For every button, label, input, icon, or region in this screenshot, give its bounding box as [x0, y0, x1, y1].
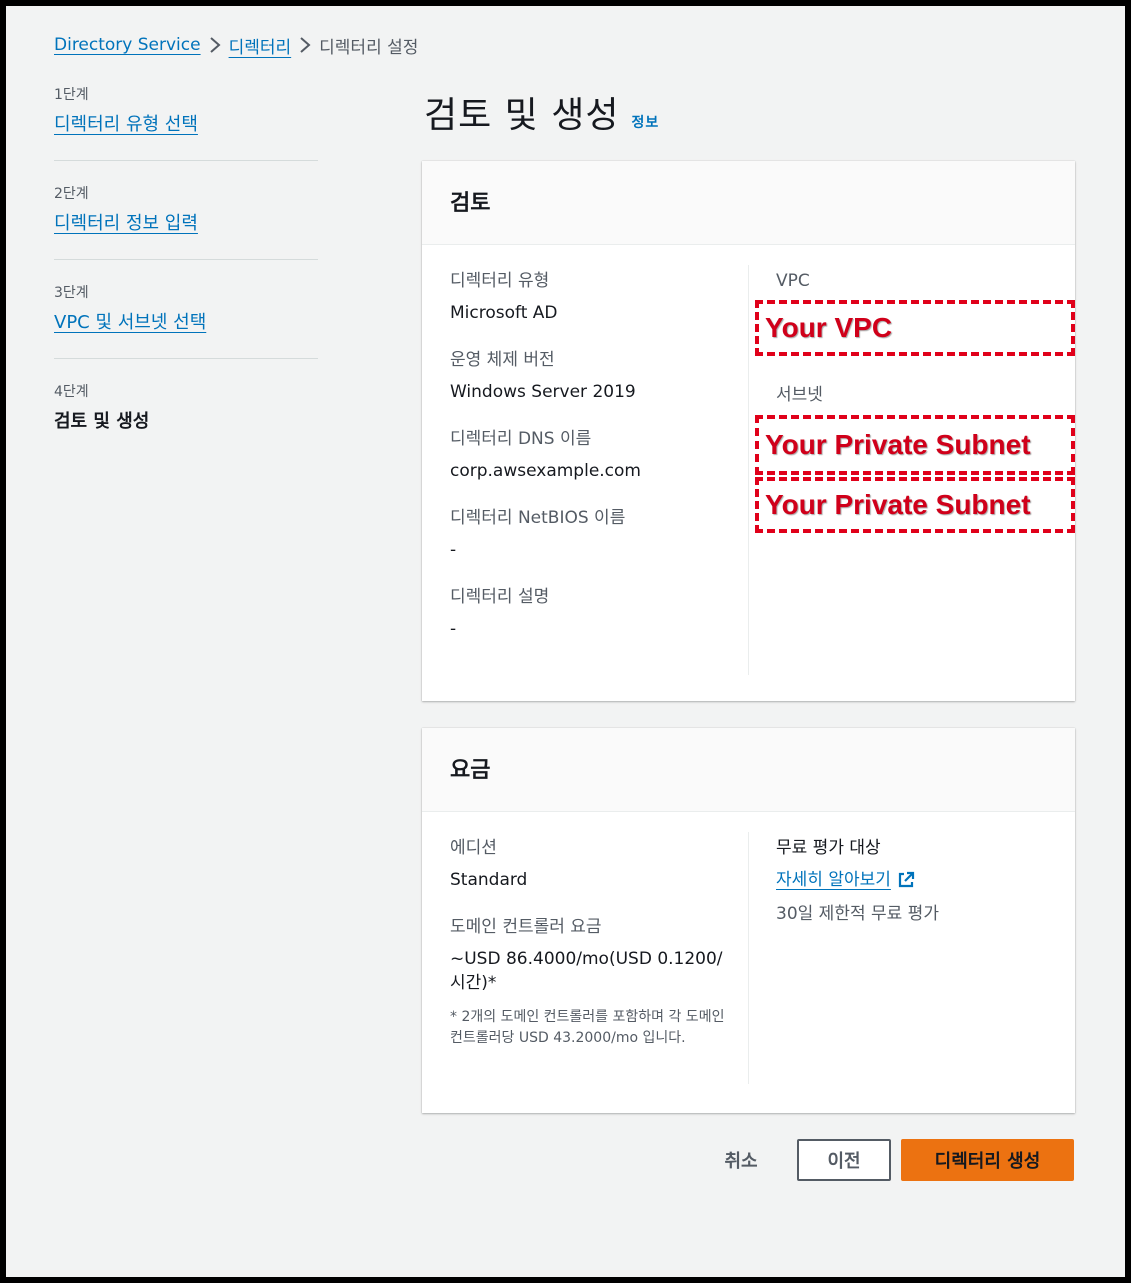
dc-pricing-note: * 2개의 도메인 컨트롤러를 포함하며 각 도메인 컨트롤러당 USD 43.…	[450, 1009, 725, 1046]
column-divider	[748, 265, 749, 675]
wizard-step-4: 4단계 검토 및 생성	[54, 381, 318, 435]
breadcrumb-directory-service[interactable]: Directory Service	[54, 35, 201, 55]
pricing-panel: 요금 에디션 Standard 도메인 컨트롤러 요금 ~USD 86.4000…	[422, 728, 1075, 1113]
divider	[54, 358, 318, 359]
previous-button[interactable]: 이전	[797, 1139, 891, 1181]
kv-netbios-name: 디렉터리 NetBIOS 이름 -	[450, 506, 740, 562]
chevron-right-icon	[291, 36, 319, 54]
kv-directory-type: 디렉터리 유형 Microsoft AD	[450, 269, 740, 325]
kv-value: Windows Server 2019	[450, 382, 636, 402]
step-link-directory-type[interactable]: 디렉터리 유형 선택	[54, 112, 198, 138]
create-directory-button[interactable]: 디렉터리 생성	[901, 1139, 1074, 1181]
pricing-panel-header: 요금	[422, 728, 1075, 812]
kv-value: -	[450, 540, 457, 560]
console-page: Directory Service 디렉터리 디렉터리 설정 1단계 디렉터리 …	[6, 6, 1125, 1277]
vpc-value-annotation: Your VPC	[755, 300, 1075, 356]
trial-description: 30일 제한적 무료 평가	[776, 904, 939, 924]
step-current-review: 검토 및 생성	[54, 411, 150, 432]
divider	[54, 160, 318, 161]
wizard-step-3: 3단계 VPC 및 서브넷 선택	[54, 282, 318, 336]
pricing-right-column: 무료 평가 대상 자세히 알아보기 30일 제한적 무료 평가	[776, 836, 1066, 926]
subnet-value-annotation-1: Your Private Subnet	[755, 415, 1075, 475]
kv-label: 디렉터리 유형	[450, 271, 550, 291]
learn-more-link[interactable]: 자세히 알아보기	[776, 868, 891, 892]
pricing-left-column: 에디션 Standard 도메인 컨트롤러 요금 ~USD 86.4000/mo…	[450, 836, 732, 1049]
step-link-vpc-subnet[interactable]: VPC 및 서브넷 선택	[54, 310, 206, 336]
external-link-icon[interactable]	[897, 871, 915, 889]
kv-label: 디렉터리 DNS 이름	[450, 429, 592, 449]
page-title: 검토 및 생성 정보	[424, 86, 659, 138]
kv-label: 디렉터리 설명	[450, 587, 550, 607]
learn-more-row: 자세히 알아보기	[776, 868, 1066, 892]
dc-pricing-value: ~USD 86.4000/mo(USD 0.1200/시간)*	[450, 949, 723, 993]
cancel-button[interactable]: 취소	[711, 1139, 771, 1181]
step-number: 4단계	[54, 384, 89, 400]
edition-label: 에디션	[450, 838, 497, 858]
subnet-label: 서브넷	[776, 385, 823, 405]
step-number: 2단계	[54, 186, 89, 202]
kv-description: 디렉터리 설명 -	[450, 585, 740, 641]
step-link-directory-info[interactable]: 디렉터리 정보 입력	[54, 211, 198, 237]
step-number: 1단계	[54, 87, 89, 103]
kv-value: corp.awsexample.com	[450, 461, 641, 481]
wizard-step-1: 1단계 디렉터리 유형 선택	[54, 84, 318, 138]
page-title-text: 검토 및 생성	[424, 95, 620, 136]
edition-value: Standard	[450, 870, 528, 890]
info-link[interactable]: 정보	[632, 112, 660, 132]
vpc-label: VPC	[776, 271, 810, 291]
wizard-step-2: 2단계 디렉터리 정보 입력	[54, 183, 318, 237]
wizard-steps: 1단계 디렉터리 유형 선택 2단계 디렉터리 정보 입력 3단계 VPC 및 …	[54, 84, 318, 435]
divider	[54, 259, 318, 260]
dc-pricing-label: 도메인 컨트롤러 요금	[450, 917, 602, 937]
subnet-value-annotation-2: Your Private Subnet	[755, 477, 1075, 533]
free-trial-label: 무료 평가 대상	[776, 838, 881, 858]
breadcrumb: Directory Service 디렉터리 디렉터리 설정	[54, 32, 418, 58]
kv-label: 운영 체제 버전	[450, 350, 555, 370]
breadcrumb-current: 디렉터리 설정	[319, 37, 419, 58]
kv-value: -	[450, 619, 457, 639]
review-panel-header: 검토	[422, 161, 1075, 245]
breadcrumb-directories[interactable]: 디렉터리	[229, 33, 292, 58]
kv-value: Microsoft AD	[450, 303, 558, 323]
kv-dns-name: 디렉터리 DNS 이름 corp.awsexample.com	[450, 427, 740, 483]
kv-label: 디렉터리 NetBIOS 이름	[450, 508, 626, 528]
review-left-column: 디렉터리 유형 Microsoft AD 운영 체제 버전 Windows Se…	[450, 269, 740, 641]
wizard-footer: 취소 이전 디렉터리 생성	[6, 1139, 1125, 1183]
step-number: 3단계	[54, 285, 89, 301]
column-divider	[748, 832, 749, 1084]
kv-os-version: 운영 체제 버전 Windows Server 2019	[450, 348, 740, 404]
chevron-right-icon	[201, 36, 229, 54]
